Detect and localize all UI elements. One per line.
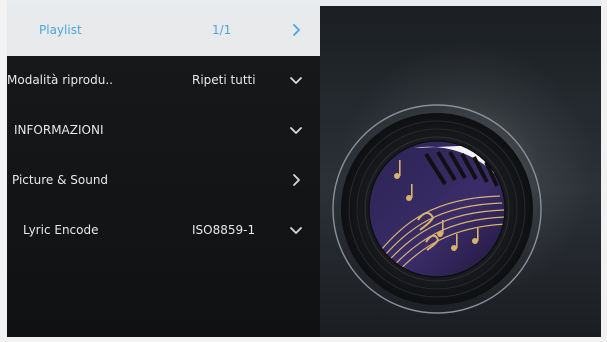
bottom-border bbox=[0, 337, 607, 342]
vinyl-record-icon bbox=[330, 102, 544, 316]
menu-item-playback-mode[interactable]: Modalità riprodu.. Ripeti tutti bbox=[7, 56, 320, 106]
menu-item-value: 1/1 bbox=[212, 23, 232, 37]
menu-item-label: INFORMAZIONI bbox=[14, 123, 104, 137]
menu-item-informazioni[interactable]: INFORMAZIONI bbox=[7, 106, 320, 156]
menu-item-label: Playlist bbox=[39, 23, 82, 37]
chevron-right-icon bbox=[288, 22, 304, 38]
music-player-screen: Playlist 1/1 Modalità riprodu.. Ripeti t… bbox=[0, 0, 607, 342]
menu-item-label: Lyric Encode bbox=[23, 223, 99, 237]
chevron-down-icon bbox=[288, 122, 304, 138]
chevron-down-icon bbox=[288, 222, 304, 238]
menu-item-lyric-encode[interactable]: Lyric Encode ISO8859-1 bbox=[7, 206, 320, 256]
menu-item-value: Ripeti tutti bbox=[192, 73, 256, 87]
album-art-panel bbox=[320, 6, 601, 337]
menu-item-value: ISO8859-1 bbox=[192, 223, 256, 237]
settings-menu: Playlist 1/1 Modalità riprodu.. Ripeti t… bbox=[7, 6, 320, 337]
menu-item-playlist[interactable]: Playlist 1/1 bbox=[7, 6, 320, 56]
right-border bbox=[601, 0, 607, 342]
menu-item-label: Modalità riprodu.. bbox=[7, 73, 113, 87]
left-border bbox=[0, 0, 7, 342]
chevron-down-icon bbox=[288, 72, 304, 88]
menu-item-label: Picture & Sound bbox=[12, 173, 109, 187]
chevron-right-icon bbox=[288, 172, 304, 188]
menu-item-picture-sound[interactable]: Picture & Sound bbox=[7, 156, 320, 206]
